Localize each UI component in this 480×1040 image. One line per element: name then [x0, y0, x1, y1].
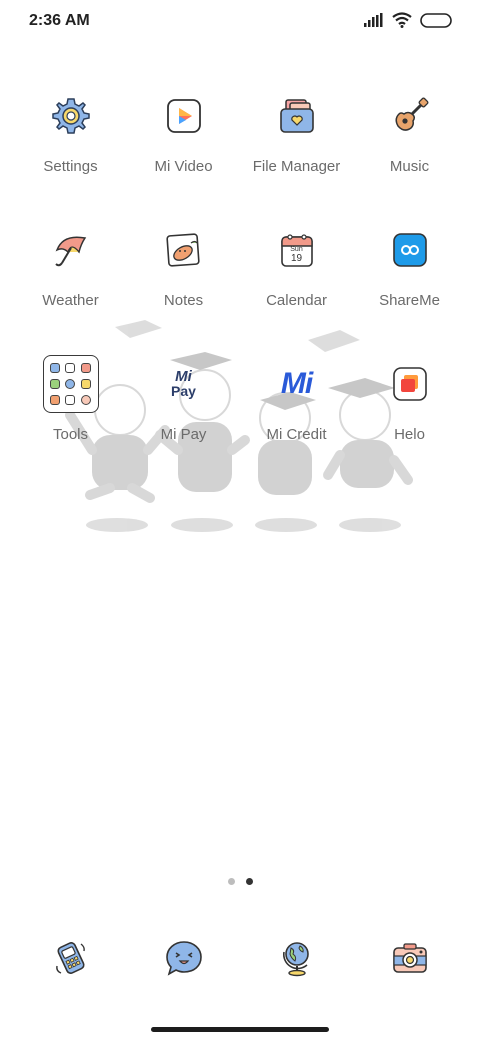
app-grid: Settings Mi Video File Manager Music Wea… — [14, 88, 466, 490]
app-calendar[interactable]: Sun 19 Calendar — [240, 222, 353, 356]
clock-time: 2:36 AM — [29, 12, 90, 29]
signal-icon — [364, 13, 383, 27]
settings-gear-icon — [43, 88, 99, 144]
app-label: Weather — [42, 292, 99, 309]
app-settings[interactable]: Settings — [14, 88, 127, 222]
dock-camera[interactable] — [353, 930, 466, 986]
mini-app-icon — [50, 395, 61, 405]
app-label: File Manager — [252, 158, 341, 175]
mini-app-icon — [80, 379, 91, 389]
mi-pay-icon-bottom: Pay — [171, 383, 196, 399]
app-label: Mi Pay — [160, 426, 207, 443]
app-helo[interactable]: Helo — [353, 356, 466, 490]
app-label: Tools — [52, 426, 89, 443]
phone-icon — [43, 930, 99, 986]
tools-folder-icon — [42, 355, 99, 413]
status-icons — [364, 12, 452, 28]
calendar-icon-day: 19 — [290, 253, 303, 264]
app-row: Weather Notes Sun 19 Calendar ShareMe — [14, 222, 466, 356]
app-label: ShareMe — [379, 292, 440, 309]
app-music[interactable]: Music — [353, 88, 466, 222]
mini-app-icon — [80, 363, 91, 373]
app-label: Settings — [43, 158, 98, 175]
app-mi-credit[interactable]: Mi Mi Credit — [240, 356, 353, 490]
page-dot-current[interactable] — [245, 878, 253, 885]
app-row: Tools Mi Pay Mi Pay Mi Mi Credit Helo — [14, 355, 466, 490]
browser-globe-icon — [269, 930, 325, 986]
page-dot[interactable] — [227, 878, 235, 885]
app-mi-video[interactable]: Mi Video — [127, 88, 240, 222]
mini-app-icon — [50, 379, 61, 389]
dock-messages[interactable] — [127, 930, 240, 986]
camera-icon — [382, 930, 438, 986]
mi-pay-icon-top: Mi — [175, 368, 192, 385]
app-label: Mi Video — [154, 158, 213, 175]
mini-app-icon — [65, 363, 76, 373]
mini-app-icon — [80, 395, 91, 405]
battery-icon — [420, 12, 452, 28]
shareme-icon — [382, 222, 438, 278]
dock-browser[interactable] — [240, 930, 353, 986]
folder-preview — [42, 355, 99, 413]
app-shareme[interactable]: ShareMe — [353, 222, 466, 356]
calendar-icon-weekday: Sun — [290, 246, 303, 253]
calendar-icon: Sun 19 — [269, 222, 325, 278]
app-mi-pay[interactable]: Mi Pay Mi Pay — [127, 356, 240, 490]
mi-credit-icon: Mi — [269, 356, 325, 412]
mi-credit-icon-text: Mi — [280, 367, 313, 400]
mini-app-icon — [50, 363, 61, 373]
app-label: Mi Credit — [266, 426, 327, 443]
app-label: Music — [389, 158, 430, 175]
app-weather[interactable]: Weather — [14, 222, 127, 356]
dock — [14, 930, 466, 986]
helo-icon — [382, 356, 438, 412]
guitar-music-icon — [382, 88, 438, 144]
app-notes[interactable]: Notes — [127, 222, 240, 356]
app-file-manager[interactable]: File Manager — [240, 88, 353, 222]
umbrella-weather-icon — [43, 222, 99, 278]
wifi-icon — [392, 12, 412, 28]
app-label: Helo — [394, 426, 425, 443]
app-label: Notes — [163, 292, 204, 309]
notes-icon — [156, 222, 212, 278]
mi-pay-icon: Mi Pay — [156, 356, 212, 412]
home-indicator-bar[interactable] — [151, 1027, 329, 1032]
status-bar: 2:36 AM — [0, 0, 480, 44]
app-tools-folder[interactable]: Tools — [14, 355, 127, 490]
mini-app-icon — [65, 379, 76, 389]
mini-app-icon — [65, 395, 76, 405]
file-manager-icon — [269, 88, 325, 144]
dock-phone[interactable] — [14, 930, 127, 986]
app-row: Settings Mi Video File Manager Music — [14, 88, 466, 222]
page-indicator[interactable] — [0, 878, 480, 885]
mi-video-icon — [156, 88, 212, 144]
app-label: Calendar — [266, 292, 327, 309]
messages-icon — [156, 930, 212, 986]
